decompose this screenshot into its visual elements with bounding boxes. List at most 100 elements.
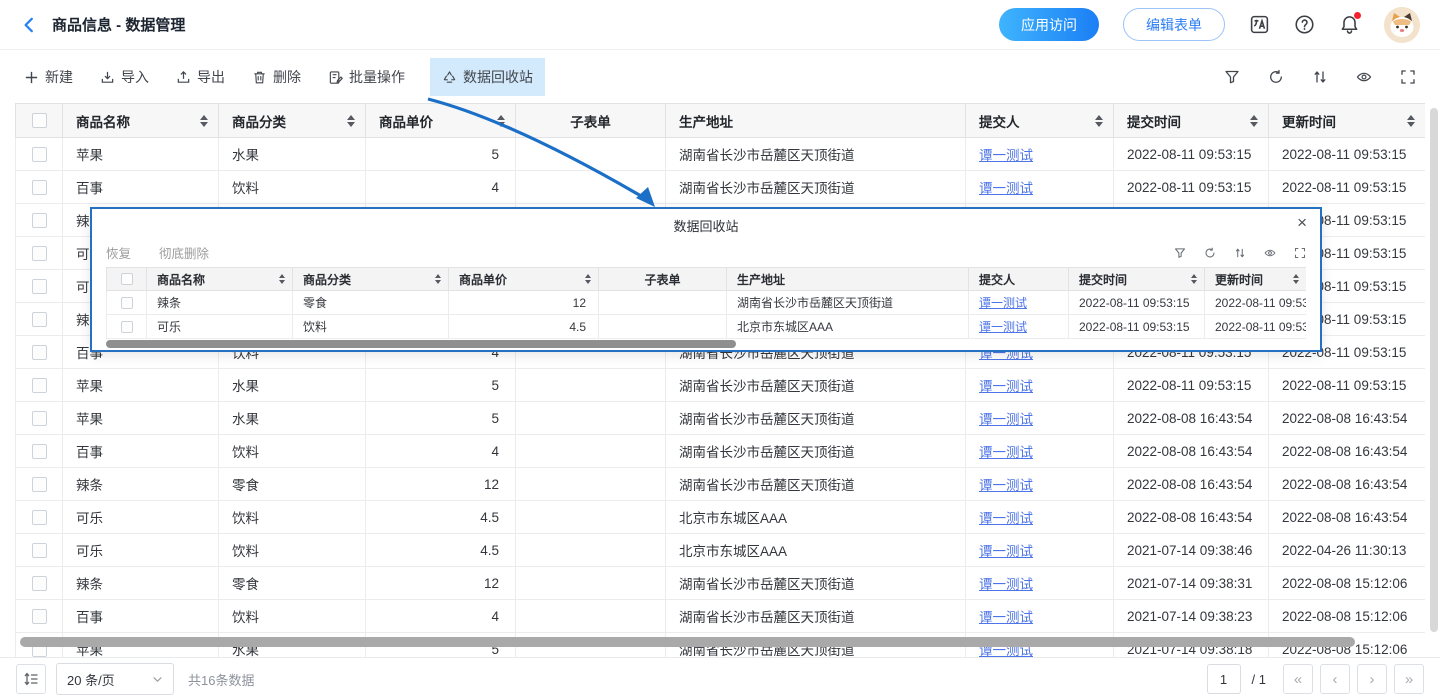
row-checkbox[interactable] — [32, 147, 47, 162]
cell-name: 百事 — [63, 171, 219, 204]
page-size-value: 20 条/页 — [67, 670, 115, 689]
row-checkbox[interactable] — [32, 279, 47, 294]
recycle-bin-button[interactable]: 数据回收站 — [430, 58, 545, 96]
import-button[interactable]: 导入 — [100, 67, 149, 87]
new-record-button[interactable]: 新建 — [24, 67, 73, 87]
purge-button[interactable]: 彻底删除 — [159, 243, 209, 262]
sort-updown-icon[interactable] — [1312, 69, 1328, 85]
submitter-link[interactable]: 谭一测试 — [979, 478, 1033, 493]
help-icon[interactable] — [1294, 14, 1315, 35]
prev-page-button[interactable]: ‹ — [1320, 664, 1350, 694]
table-row: 辣条零食12湖南省长沙市岳麓区天顶街道谭一测试2021-07-14 09:38:… — [16, 567, 1426, 600]
row-checkbox[interactable] — [32, 444, 47, 459]
submitter-link[interactable]: 谭一测试 — [979, 148, 1033, 163]
chevron-down-icon — [152, 674, 163, 685]
submitter-link[interactable]: 谭一测试 — [979, 445, 1033, 460]
translate-icon[interactable] — [1249, 14, 1270, 35]
vertical-scrollbar[interactable] — [1430, 108, 1438, 632]
back-icon[interactable] — [20, 16, 38, 34]
row-checkbox[interactable] — [32, 510, 47, 525]
select-all-checkbox[interactable] — [32, 113, 47, 128]
export-button[interactable]: 导出 — [176, 67, 225, 87]
column-header-name: 商品名称 — [147, 268, 293, 291]
cell-submit_time: 2022-08-11 09:53:15 — [1114, 171, 1269, 204]
row-checkbox[interactable] — [32, 378, 47, 393]
submitter-link[interactable]: 谭一测试 — [979, 577, 1033, 592]
sort-icon[interactable] — [200, 115, 208, 127]
submitter-link[interactable]: 谭一测试 — [979, 379, 1033, 394]
cell-address: 湖南省长沙市岳麓区天顶街道 — [666, 138, 966, 171]
submitter-link[interactable]: 谭一测试 — [979, 511, 1033, 526]
cell-address: 湖南省长沙市岳麓区天顶街道 — [666, 171, 966, 204]
app-window: 商品信息 - 数据管理 应用访问 编辑表单 新建 导 — [0, 0, 1440, 700]
sort-icon[interactable] — [1191, 274, 1197, 284]
sort-icon[interactable] — [435, 274, 441, 284]
filter-icon[interactable] — [1224, 69, 1240, 85]
row-checkbox[interactable] — [32, 609, 47, 624]
sort-icon[interactable] — [347, 115, 355, 127]
row-checkbox[interactable] — [32, 312, 47, 327]
next-page-button[interactable]: › — [1357, 664, 1387, 694]
dialog-sort-updown-icon[interactable] — [1234, 247, 1246, 259]
submitter-link[interactable]: 谭一测试 — [979, 320, 1027, 334]
table-row: 辣条零食12湖南省长沙市岳麓区天顶街道谭一测试2022-08-11 09:53:… — [107, 291, 1307, 315]
row-height-button[interactable] — [16, 664, 46, 694]
submitter-link[interactable]: 谭一测试 — [979, 181, 1033, 196]
select-all-checkbox[interactable] — [121, 273, 133, 285]
restore-button[interactable]: 恢复 — [106, 243, 131, 262]
select-all-header — [107, 268, 147, 291]
sort-icon[interactable] — [1250, 115, 1258, 127]
fullscreen-icon[interactable] — [1400, 69, 1416, 85]
row-checkbox[interactable] — [121, 321, 133, 333]
dialog-filter-icon[interactable] — [1174, 247, 1186, 259]
refresh-icon[interactable] — [1268, 69, 1284, 85]
row-checkbox[interactable] — [32, 411, 47, 426]
row-checkbox[interactable] — [32, 477, 47, 492]
sort-icon[interactable] — [1095, 115, 1103, 127]
last-page-button[interactable]: » — [1394, 664, 1424, 694]
page-size-select[interactable]: 20 条/页 — [56, 663, 174, 695]
row-checkbox-cell — [16, 171, 63, 204]
dialog-horizontal-scrollbar[interactable] — [106, 340, 736, 348]
app-access-button[interactable]: 应用访问 — [999, 8, 1099, 41]
row-checkbox-cell — [16, 303, 63, 336]
import-icon — [100, 70, 115, 85]
cell-subform — [599, 315, 727, 339]
delete-button[interactable]: 删除 — [252, 67, 301, 87]
row-checkbox[interactable] — [121, 297, 133, 309]
column-header-name: 商品名称 — [63, 104, 219, 138]
page-number-input[interactable] — [1207, 664, 1241, 694]
row-checkbox[interactable] — [32, 345, 47, 360]
dialog-eye-icon[interactable] — [1264, 247, 1276, 259]
cell-category: 饮料 — [219, 435, 366, 468]
row-checkbox[interactable] — [32, 213, 47, 228]
submitter-link[interactable]: 谭一测试 — [979, 296, 1027, 310]
sort-icon[interactable] — [585, 274, 591, 284]
cell-category: 饮料 — [219, 600, 366, 633]
row-checkbox[interactable] — [32, 246, 47, 261]
row-checkbox[interactable] — [32, 543, 47, 558]
row-checkbox[interactable] — [32, 576, 47, 591]
close-icon[interactable]: × — [1297, 213, 1307, 233]
notification-bell-icon[interactable] — [1339, 14, 1360, 35]
sort-icon[interactable] — [1407, 115, 1415, 127]
dialog-fullscreen-icon[interactable] — [1294, 247, 1306, 259]
sort-icon[interactable] — [279, 274, 285, 284]
first-page-button[interactable]: « — [1283, 664, 1313, 694]
plus-icon — [24, 70, 39, 85]
horizontal-scrollbar[interactable] — [20, 637, 1355, 647]
cell-submitter: 谭一测试 — [966, 402, 1114, 435]
row-checkbox[interactable] — [32, 180, 47, 195]
batch-operation-button[interactable]: 批量操作 — [328, 67, 405, 87]
submitter-link[interactable]: 谭一测试 — [979, 610, 1033, 625]
avatar[interactable] — [1384, 7, 1420, 43]
sort-icon[interactable] — [1293, 274, 1299, 284]
submitter-link[interactable]: 谭一测试 — [979, 544, 1033, 559]
submitter-link[interactable]: 谭一测试 — [979, 412, 1033, 427]
cell-category: 饮料 — [293, 315, 449, 339]
dialog-refresh-icon[interactable] — [1204, 247, 1216, 259]
cell-price: 4.5 — [366, 501, 516, 534]
edit-form-button[interactable]: 编辑表单 — [1123, 8, 1225, 41]
sort-icon[interactable] — [497, 115, 505, 127]
eye-icon[interactable] — [1356, 69, 1372, 85]
